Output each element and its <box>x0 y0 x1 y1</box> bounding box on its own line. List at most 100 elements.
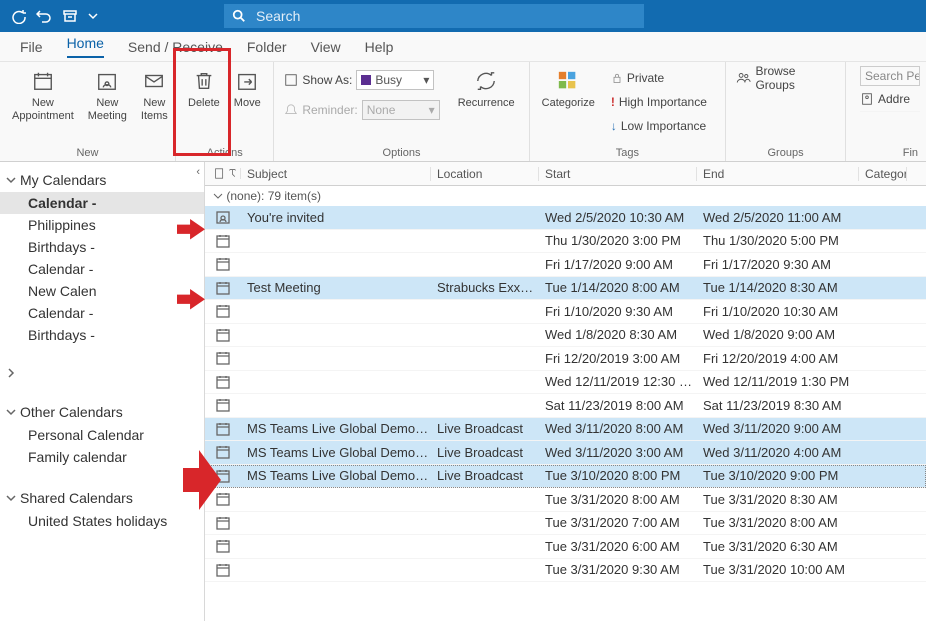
row-start: Tue 3/10/2020 8:00 PM <box>539 468 697 483</box>
ribbon-group-groups-label: Groups <box>732 147 839 161</box>
list-row[interactable]: Tue 3/31/2020 7:00 AMTue 3/31/2020 8:00 … <box>205 512 926 536</box>
sidebar-item[interactable]: Philippines <box>0 214 204 236</box>
showas-icon <box>284 73 298 87</box>
menu-help[interactable]: Help <box>365 39 394 55</box>
sidebar-item[interactable]: Calendar - <box>0 302 204 324</box>
row-end: Tue 1/14/2020 8:30 AM <box>697 280 859 295</box>
row-start: Wed 2/5/2020 10:30 AM <box>539 210 697 225</box>
private-button[interactable]: Private <box>607 66 711 90</box>
undo-icon[interactable] <box>36 8 52 24</box>
sidebar-item[interactable]: Calendar - <box>0 192 204 214</box>
recurrence-button[interactable]: Recurrence <box>452 66 521 112</box>
row-end: Tue 3/10/2020 9:00 PM <box>697 468 859 483</box>
showas-combo[interactable]: Busy ▾ <box>356 70 434 90</box>
archive-icon[interactable] <box>62 8 78 24</box>
row-type-icon <box>205 256 241 272</box>
row-subject: MS Teams Live Global Demo Sessio... <box>241 445 431 460</box>
navhead-shared-calendars[interactable]: Shared Calendars <box>0 486 204 510</box>
group-row[interactable]: (none): 79 item(s) <box>205 186 926 206</box>
row-end: Wed 2/5/2020 11:00 AM <box>697 210 859 225</box>
row-type-icon <box>205 280 241 296</box>
row-type-icon <box>205 374 241 390</box>
search-input[interactable] <box>256 8 606 24</box>
col-categories[interactable]: Categori <box>859 167 907 181</box>
list-row[interactable]: Test MeetingStrabucks Exxa To...Tue 1/14… <box>205 277 926 301</box>
sidebar-item[interactable]: Family calendar <box>0 446 204 468</box>
menu-view[interactable]: View <box>311 39 341 55</box>
exclaim-icon: ! <box>611 95 615 109</box>
row-type-icon <box>205 538 241 554</box>
categorize-button[interactable]: Categorize <box>536 66 601 112</box>
navhead-my-calendars[interactable]: My Calendars <box>0 168 204 192</box>
list-row[interactable]: Wed 12/11/2019 12:30 PMWed 12/11/2019 1:… <box>205 371 926 395</box>
row-subject: MS Teams Live Global Demo Sessio... <box>241 468 431 483</box>
sidebar-item[interactable]: Birthdays - <box>0 236 204 258</box>
row-start: Wed 3/11/2020 3:00 AM <box>539 445 697 460</box>
row-type-icon <box>205 515 241 531</box>
collapse-pane-icon[interactable]: ‹ <box>196 166 200 178</box>
sidebar-item[interactable]: United States holidays <box>0 510 204 532</box>
categorize-icon <box>557 68 579 94</box>
row-subject: You're invited <box>241 210 431 225</box>
menu-file[interactable]: File <box>20 39 43 55</box>
row-end: Thu 1/30/2020 5:00 PM <box>697 233 859 248</box>
row-start: Tue 3/31/2020 9:30 AM <box>539 562 697 577</box>
sync-icon[interactable] <box>10 8 26 24</box>
list-row[interactable]: Tue 3/31/2020 8:00 AMTue 3/31/2020 8:30 … <box>205 488 926 512</box>
col-icon[interactable] <box>205 168 241 179</box>
row-start: Wed 12/11/2019 12:30 PM <box>539 374 697 389</box>
col-subject[interactable]: Subject <box>241 167 431 181</box>
list-row[interactable]: You're invited Wed 2/5/2020 10:30 AMWed 2… <box>205 206 926 230</box>
list-row[interactable]: Sat 11/23/2019 8:00 AMSat 11/23/2019 8:3… <box>205 394 926 418</box>
search-box[interactable] <box>224 4 644 28</box>
new-appointment-button[interactable]: New Appointment <box>6 66 80 125</box>
list-row[interactable]: MS Teams Live Global Demo Sessio...Live … <box>205 465 926 489</box>
row-subject: Test Meeting <box>241 280 431 295</box>
list-row[interactable]: Tue 3/31/2020 6:00 AMTue 3/31/2020 6:30 … <box>205 535 926 559</box>
list-row[interactable]: Fri 1/17/2020 9:00 AMFri 1/17/2020 9:30 … <box>205 253 926 277</box>
list-row[interactable]: Tue 3/31/2020 9:30 AMTue 3/31/2020 10:00… <box>205 559 926 583</box>
row-type-icon <box>205 397 241 413</box>
col-start[interactable]: Start <box>539 167 697 181</box>
navhead-unknown[interactable] <box>0 364 204 382</box>
down-arrow-icon: ↓ <box>611 119 617 133</box>
ribbon-group-tags-label: Tags <box>536 147 719 161</box>
ribbon-group-new-label: New <box>6 147 169 161</box>
row-location: Live Broadcast <box>431 421 539 436</box>
col-location[interactable]: Location <box>431 167 539 181</box>
list-row[interactable]: Fri 12/20/2019 3:00 AMFri 12/20/2019 4:0… <box>205 347 926 371</box>
browse-groups-button[interactable]: Browse Groups <box>732 66 839 90</box>
row-end: Wed 3/11/2020 9:00 AM <box>697 421 859 436</box>
list-row[interactable]: MS Teams Live Global Demo Sessio...Live … <box>205 418 926 442</box>
menu-home[interactable]: Home <box>67 35 104 58</box>
list-row[interactable]: Thu 1/30/2020 3:00 PMThu 1/30/2020 5:00 … <box>205 230 926 254</box>
col-end[interactable]: End <box>697 167 859 181</box>
low-importance-button[interactable]: ↓Low Importance <box>607 114 711 138</box>
row-start: Fri 1/17/2020 9:00 AM <box>539 257 697 272</box>
navhead-other-calendars[interactable]: Other Calendars <box>0 400 204 424</box>
appointment-list: Subject Location Start End Categori (non… <box>205 162 926 621</box>
row-end: Sat 11/23/2019 8:30 AM <box>697 398 859 413</box>
row-end: Fri 1/17/2020 9:30 AM <box>697 257 859 272</box>
move-button[interactable]: Move <box>228 66 267 112</box>
chevron-down-icon[interactable] <box>88 11 98 21</box>
address-book-button[interactable]: Addre <box>860 88 920 112</box>
calendar-icon <box>32 68 54 94</box>
list-row[interactable]: Fri 1/10/2020 9:30 AMFri 1/10/2020 10:30… <box>205 300 926 324</box>
search-people-input[interactable]: Search Pe <box>860 66 920 86</box>
sidebar-item[interactable]: Calendar - <box>0 258 204 280</box>
row-end: Wed 3/11/2020 4:00 AM <box>697 445 859 460</box>
sidebar-item[interactable]: Personal Calendar <box>0 424 204 446</box>
calendar-nav-pane: ‹ My Calendars Calendar -PhilippinesBirt… <box>0 162 205 621</box>
sidebar-item[interactable]: New Calen <box>0 280 204 302</box>
row-start: Thu 1/30/2020 3:00 PM <box>539 233 697 248</box>
new-meeting-button[interactable]: New Meeting <box>82 66 133 125</box>
new-items-button[interactable]: New Items <box>135 66 174 125</box>
row-type-icon <box>205 327 241 343</box>
list-row[interactable]: Wed 1/8/2020 8:30 AMWed 1/8/2020 9:00 AM <box>205 324 926 348</box>
list-row[interactable]: MS Teams Live Global Demo Sessio...Live … <box>205 441 926 465</box>
row-subject: MS Teams Live Global Demo Sessio... <box>241 421 431 436</box>
menu-folder[interactable]: Folder <box>247 39 287 55</box>
high-importance-button[interactable]: !High Importance <box>607 90 711 114</box>
sidebar-item[interactable]: Birthdays - <box>0 324 204 346</box>
